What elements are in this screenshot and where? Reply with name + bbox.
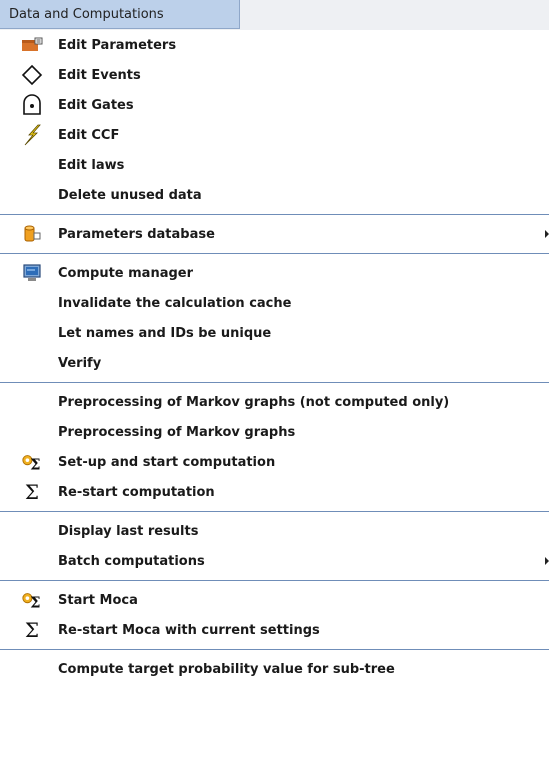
menu-item-batch-computations[interactable]: Batch computations: [0, 546, 549, 576]
menu-item-preprocess-not-computed[interactable]: Preprocessing of Markov graphs (not comp…: [0, 387, 549, 417]
menu-item-edit-parameters[interactable]: Edit Parameters: [0, 30, 549, 60]
menu-item-parameters-database[interactable]: Parameters database: [0, 219, 549, 249]
menu-item-label: Edit CCF: [58, 127, 120, 143]
menu-item-edit-ccf[interactable]: Edit CCF: [0, 120, 549, 150]
menu-item-label: Edit Events: [58, 67, 141, 83]
menu-item-label: Preprocessing of Markov graphs (not comp…: [58, 394, 450, 410]
menu-item-label: Compute target probability value for sub…: [58, 661, 395, 677]
menu-item-label: Edit laws: [58, 157, 125, 173]
menu-item-label: Re-start computation: [58, 484, 215, 500]
menu-separator: [0, 382, 549, 383]
gate-icon: [21, 94, 43, 116]
menu-item-verify[interactable]: Verify: [0, 348, 549, 378]
menu-item-edit-laws[interactable]: Edit laws: [0, 150, 549, 180]
menu-item-label: Edit Gates: [58, 97, 134, 113]
menu-item-edit-events[interactable]: Edit Events: [0, 60, 549, 90]
submenu-arrow-icon: [545, 557, 549, 565]
menu-item-delete-unused-data[interactable]: Delete unused data: [0, 180, 549, 210]
svg-text:Σ: Σ: [30, 594, 40, 611]
menu-item-label: Verify: [58, 355, 102, 371]
menu-separator: [0, 214, 549, 215]
menu-item-label: Invalidate the calculation cache: [58, 295, 292, 311]
menu-item-compute-manager[interactable]: Compute manager: [0, 258, 549, 288]
gear-sigma-icon: Σ: [21, 589, 43, 611]
menu-item-label: Start Moca: [58, 592, 138, 608]
monitor-icon: [21, 262, 43, 284]
menu-item-label: Edit Parameters: [58, 37, 177, 53]
sigma-icon: Σ: [24, 618, 40, 642]
menu-item-restart-computation[interactable]: Σ Re-start computation: [0, 477, 549, 507]
menu-bar: Data and Computations: [0, 0, 549, 30]
menu-item-label: Re-start Moca with current settings: [58, 622, 320, 638]
menu-item-display-last-results[interactable]: Display last results: [0, 516, 549, 546]
submenu-arrow-icon: [545, 230, 549, 238]
menu-item-label: Display last results: [58, 523, 199, 539]
menu-separator: [0, 253, 549, 254]
menu-item-restart-moca[interactable]: Σ Re-start Moca with current settings: [0, 615, 549, 645]
menu-separator: [0, 649, 549, 650]
menu-item-invalidate-cache[interactable]: Invalidate the calculation cache: [0, 288, 549, 318]
menu-item-compute-target-probability[interactable]: Compute target probability value for sub…: [0, 654, 549, 684]
gear-sigma-icon: Σ: [21, 451, 43, 473]
menu-item-unique-names[interactable]: Let names and IDs be unique: [0, 318, 549, 348]
svg-text:Σ: Σ: [30, 456, 40, 473]
diamond-icon: [21, 64, 43, 86]
menu-item-label: Preprocessing of Markov graphs: [58, 424, 296, 440]
menu-item-preprocess-markov[interactable]: Preprocessing of Markov graphs: [0, 417, 549, 447]
database-icon: [21, 223, 43, 245]
menu-separator: [0, 580, 549, 581]
sigma-icon: Σ: [24, 480, 40, 504]
menu-item-label: Delete unused data: [58, 187, 202, 203]
menu-item-label: Set-up and start computation: [58, 454, 276, 470]
menu-item-label: Parameters database: [58, 226, 215, 242]
menu-item-edit-gates[interactable]: Edit Gates: [0, 90, 549, 120]
lightning-icon: [21, 124, 43, 146]
menu-item-label: Compute manager: [58, 265, 194, 281]
menu-item-label: Let names and IDs be unique: [58, 325, 272, 341]
menu-data-and-computations[interactable]: Data and Computations: [0, 0, 240, 29]
menu-item-label: Batch computations: [58, 553, 205, 569]
menu-separator: [0, 511, 549, 512]
menu-item-start-moca[interactable]: Σ Start Moca: [0, 585, 549, 615]
dropdown-menu: Edit Parameters Edit Events Edit Gates E…: [0, 30, 549, 762]
menu-item-setup-start-computation[interactable]: Σ Set-up and start computation: [0, 447, 549, 477]
folder-icon: [21, 34, 43, 56]
